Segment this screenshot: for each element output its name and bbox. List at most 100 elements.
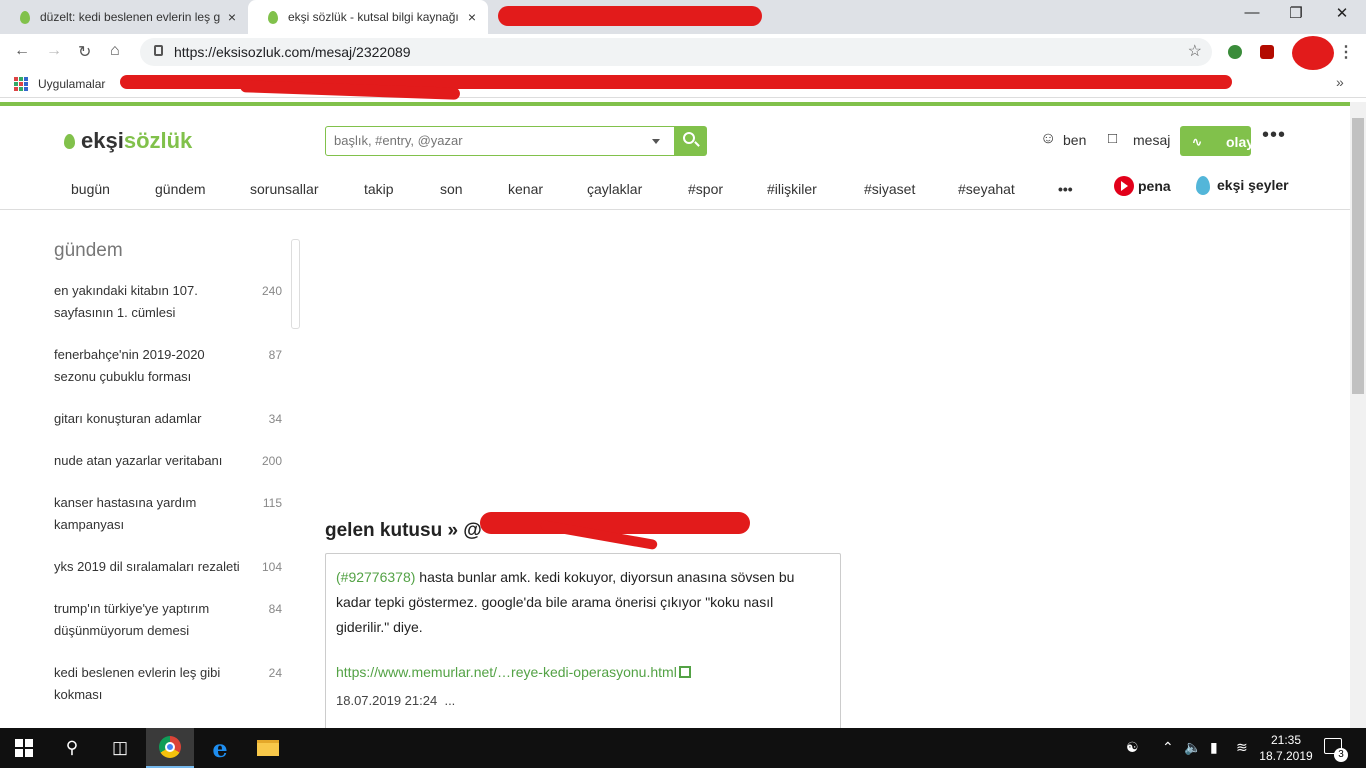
ben-link[interactable]: ben bbox=[1063, 132, 1086, 148]
explorer-taskbar-button[interactable] bbox=[244, 728, 292, 768]
forward-icon[interactable]: → bbox=[46, 42, 62, 60]
wifi-icon[interactable]: ≋ bbox=[1236, 739, 1248, 756]
redaction-scribble bbox=[480, 512, 750, 534]
chrome-taskbar-button[interactable] bbox=[146, 728, 194, 768]
topic-count: 115 bbox=[262, 496, 282, 510]
home-icon[interactable]: ⌂ bbox=[110, 42, 120, 60]
sidebar-topic[interactable]: en yakındaki kitabın 107. sayfasının 1. … bbox=[54, 280, 286, 324]
sidebar-topic[interactable]: trump'ın türkiye'ye yaptırım düşünmüyoru… bbox=[54, 598, 286, 642]
sidebar-topic[interactable]: gitarı konuşturan adamlar 34 bbox=[54, 408, 286, 430]
scrollbar-thumb[interactable] bbox=[1352, 118, 1364, 394]
people-icon[interactable]: ☯ bbox=[1126, 739, 1139, 756]
topic-label[interactable]: yks 2019 dil sıralamaları rezaleti bbox=[54, 559, 240, 574]
more-options-icon[interactable]: ••• bbox=[1262, 124, 1286, 147]
browser-menu-icon[interactable]: ⋮ bbox=[1338, 42, 1354, 62]
topic-label[interactable]: kedi beslenen evlerin leş gibi kokması bbox=[54, 665, 220, 702]
menu-caylaklar[interactable]: çaylaklar bbox=[587, 181, 642, 197]
entry-ref-link[interactable]: (#92776378) bbox=[336, 569, 415, 585]
windows-logo-icon bbox=[15, 739, 33, 757]
chevron-up-icon[interactable]: ⌃ bbox=[1162, 739, 1174, 756]
pena-link[interactable]: pena bbox=[1114, 176, 1171, 196]
taskbar-clock[interactable]: 21:35 18.7.2019 bbox=[1256, 732, 1316, 764]
message-icon[interactable]: □ bbox=[1108, 130, 1117, 147]
task-view-icon[interactable]: ◫ bbox=[96, 728, 144, 768]
search-box[interactable] bbox=[325, 126, 675, 156]
tab-close-icon[interactable]: × bbox=[468, 9, 476, 25]
browser-toolbar: ← → ↻ ⌂ https://eksisozluk.com/mesaj/232… bbox=[0, 34, 1366, 70]
bookmark-star-icon[interactable]: ☆ bbox=[1188, 41, 1202, 61]
external-link-icon bbox=[678, 666, 691, 678]
topic-label[interactable]: en yakındaki kitabın 107. sayfasının 1. … bbox=[54, 283, 198, 320]
topic-count: 24 bbox=[268, 666, 282, 680]
mesaj-link[interactable]: mesaj bbox=[1133, 132, 1170, 148]
search-input[interactable] bbox=[334, 133, 634, 148]
chevron-down-icon[interactable] bbox=[652, 139, 660, 144]
message-more-button[interactable]: ... bbox=[444, 693, 455, 708]
extension-globe-icon[interactable] bbox=[1228, 45, 1242, 59]
chrome-icon bbox=[159, 736, 181, 758]
notification-badge: 3 bbox=[1334, 748, 1348, 762]
menu-iliskiler[interactable]: #ilişkiler bbox=[767, 181, 817, 197]
menu-kenar[interactable]: kenar bbox=[508, 181, 543, 197]
browser-window: düzelt: kedi beslenen evlerin leş g × ek… bbox=[0, 0, 1366, 768]
pdf-extension-icon[interactable] bbox=[1260, 45, 1274, 59]
link-text[interactable]: https://www.memurlar.net/…reye-kedi-oper… bbox=[336, 664, 677, 680]
sidebar-topic[interactable]: yks 2019 dil sıralamaları rezaleti 104 bbox=[54, 556, 286, 578]
olay-button[interactable]: ∿ olay bbox=[1180, 126, 1255, 156]
edge-taskbar-button[interactable]: e bbox=[196, 728, 244, 768]
apps-bookmark-label[interactable]: Uygulamalar bbox=[38, 77, 105, 91]
sidebar-topic[interactable]: kedi beslenen evlerin leş gibi kokması 24 bbox=[54, 662, 286, 706]
date-text: 18.07.2019 21:24 bbox=[336, 693, 438, 708]
reload-icon[interactable]: ↻ bbox=[78, 42, 91, 62]
tab-eksisozluk[interactable]: ekşi sözlük - kutsal bilgi kaynağı × bbox=[248, 0, 488, 34]
sidebar-topic[interactable]: kanser hastasına yardım kampanyası 115 bbox=[54, 492, 286, 536]
address-bar[interactable]: https://eksisozluk.com/mesaj/2322089 ☆ bbox=[140, 38, 1212, 66]
menu-takip[interactable]: takip bbox=[364, 181, 394, 197]
menu-seyahat[interactable]: #seyahat bbox=[958, 181, 1015, 197]
eksi-drop-icon bbox=[20, 10, 30, 24]
topic-label[interactable]: gitarı konuşturan adamlar bbox=[54, 411, 201, 426]
maximize-button[interactable]: ❐ bbox=[1276, 4, 1316, 22]
more-bookmarks-icon[interactable]: » bbox=[1336, 74, 1344, 90]
topic-count: 87 bbox=[268, 348, 282, 362]
topic-label[interactable]: kanser hastasına yardım kampanyası bbox=[54, 495, 196, 532]
topic-count: 240 bbox=[261, 284, 282, 298]
back-icon[interactable]: ← bbox=[14, 42, 30, 60]
redaction-scribble bbox=[1292, 36, 1334, 70]
menu-more-icon[interactable]: ••• bbox=[1058, 181, 1073, 197]
site-logo[interactable]: ekşisözlük bbox=[64, 128, 192, 154]
tab-title: düzelt: kedi beslenen evlerin leş g bbox=[40, 10, 220, 24]
olay-label: olay bbox=[1226, 134, 1255, 150]
message-date: 18.07.2019 21:24 ... bbox=[336, 693, 830, 708]
menu-sorunsallar[interactable]: sorunsallar bbox=[250, 181, 318, 197]
topic-label[interactable]: trump'ın türkiye'ye yaptırım düşünmüyoru… bbox=[54, 601, 209, 638]
start-button[interactable] bbox=[0, 728, 48, 768]
eksi-seyler-link[interactable]: ekşi şeyler bbox=[1196, 176, 1289, 195]
sidebar-topic[interactable]: nude atan yazarlar veritabanı 200 bbox=[54, 450, 286, 472]
battery-icon[interactable]: ▮ bbox=[1210, 739, 1218, 756]
minimize-button[interactable]: — bbox=[1232, 4, 1272, 21]
page-scrollbar[interactable] bbox=[1350, 102, 1366, 728]
url-text[interactable]: https://eksisozluk.com/mesaj/2322089 bbox=[174, 44, 411, 60]
topic-label[interactable]: fenerbahçe'nin 2019-2020 sezonu çubuklu … bbox=[54, 347, 205, 384]
topic-label[interactable]: nude atan yazarlar veritabanı bbox=[54, 453, 222, 468]
menu-son[interactable]: son bbox=[440, 181, 463, 197]
external-link[interactable]: https://www.memurlar.net/…reye-kedi-oper… bbox=[336, 664, 830, 680]
sidebar-topic[interactable]: fenerbahçe'nin 2019-2020 sezonu çubuklu … bbox=[54, 344, 286, 388]
sidebar-scrollbar[interactable] bbox=[291, 239, 300, 329]
logo-text-prefix: ekşi bbox=[81, 128, 124, 153]
menu-gundem[interactable]: gündem bbox=[155, 181, 206, 197]
search-taskbar-icon[interactable]: ⚲ bbox=[48, 728, 96, 768]
search-button[interactable] bbox=[675, 126, 707, 156]
tab-duzelt[interactable]: düzelt: kedi beslenen evlerin leş g × bbox=[0, 0, 248, 34]
close-window-button[interactable]: ✕ bbox=[1322, 4, 1362, 22]
menu-spor[interactable]: #spor bbox=[688, 181, 723, 197]
user-icon[interactable]: ☺ bbox=[1040, 130, 1056, 148]
menu-bugun[interactable]: bugün bbox=[71, 181, 110, 197]
pena-play-icon bbox=[1114, 176, 1134, 196]
menu-siyaset[interactable]: #siyaset bbox=[864, 181, 915, 197]
topic-count: 104 bbox=[261, 560, 282, 574]
tab-close-icon[interactable]: × bbox=[228, 9, 236, 25]
volume-icon[interactable]: 🔈 bbox=[1184, 739, 1201, 756]
apps-grid-icon[interactable] bbox=[14, 77, 28, 91]
